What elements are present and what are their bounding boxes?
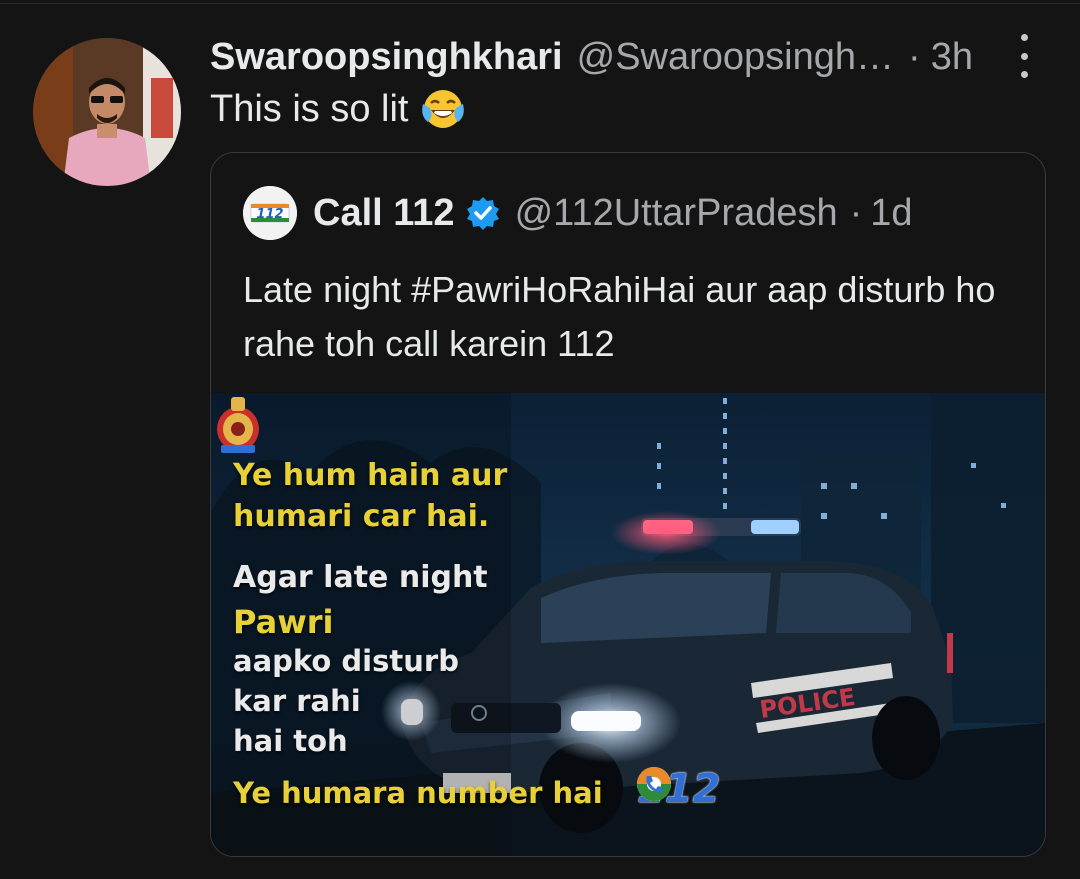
author-avatar[interactable] <box>33 38 181 186</box>
overlay-line-3: Agar late night <box>233 560 488 595</box>
overlay-line-8: Ye humara number hai <box>233 776 603 810</box>
tweet-text: This is so lit <box>210 87 409 130</box>
tweet-timestamp[interactable]: 3h <box>931 36 973 79</box>
author-name[interactable]: Swaroopsinghkhari <box>210 36 563 79</box>
call-112-logo-icon: 112 <box>243 186 297 240</box>
quoted-tweet-text: Late night #PawriHoRahiHai aur aap distu… <box>243 269 996 364</box>
quoted-tweet-timestamp[interactable]: 1d <box>870 192 912 235</box>
quoted-tweet-media[interactable]: POLICE Ye hum hain aur humari car hai. A… <box>211 393 1045 856</box>
overlay-line-4: Pawri <box>233 603 334 641</box>
quoted-author-name[interactable]: Call 112 <box>313 192 455 235</box>
tweet-header: Swaroopsinghkhari @Swaroopsingh… · 3h <box>210 33 973 81</box>
avatar-photo <box>33 38 181 186</box>
overlay-line-6: kar rahi <box>233 684 361 718</box>
overlay-line-1: Ye hum hain aur <box>233 458 508 493</box>
verified-badge-icon <box>466 197 499 230</box>
more-options-icon[interactable] <box>1010 34 1038 78</box>
up-police-emblem-icon <box>217 397 259 453</box>
quoted-tweet-card[interactable]: 112 Call 112 @112UttarPradesh · 1d Late … <box>210 152 1046 857</box>
author-handle[interactable]: @Swaroopsingh… <box>577 36 894 79</box>
quoted-author-avatar[interactable]: 112 <box>243 186 297 240</box>
phone-icon <box>637 767 671 801</box>
overlay-text-body: aapko disturb kar rahi hai toh <box>233 641 459 761</box>
quoted-tweet-header: 112 Call 112 @112UttarPradesh · 1d <box>243 185 913 241</box>
overlay-line-5: aapko disturb <box>233 644 459 678</box>
separator-dot: · <box>908 35 921 78</box>
overlay-text-intro: Ye hum hain aur humari car hai. <box>233 455 507 537</box>
top-divider <box>0 3 1080 4</box>
call-112-number-logo: 112 <box>635 765 721 813</box>
quoted-separator-dot: · <box>849 191 863 234</box>
overlay-line-2: humari car hai. <box>233 499 490 534</box>
call-112-logo-text: 112 <box>256 207 283 222</box>
quoted-author-handle[interactable]: @112UttarPradesh <box>515 192 838 235</box>
tweet-body: This is so lit <box>210 86 466 132</box>
overlay-line-7: hai toh <box>233 724 348 758</box>
face-with-tears-of-joy-icon <box>422 90 465 128</box>
